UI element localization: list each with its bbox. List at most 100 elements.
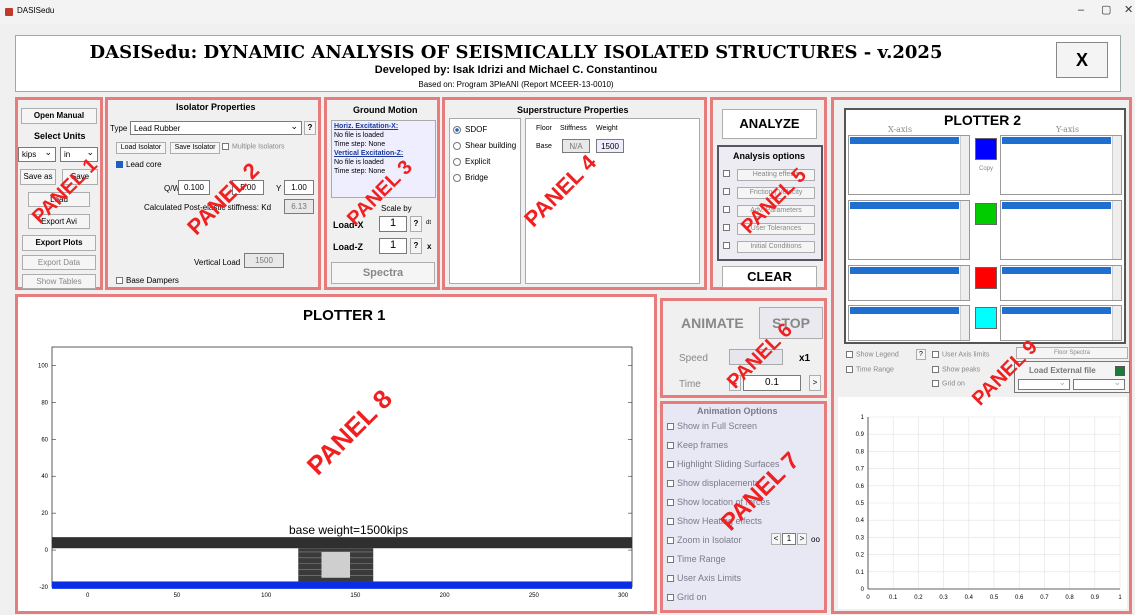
grid-on-checkbox[interactable]: Grid on [932,380,965,387]
close-window-icon[interactable]: ✕ [1124,4,1133,16]
y-axis-list-4[interactable] [1000,305,1122,341]
horiz-excitation-title: Horiz. Excitation-X: [334,123,399,130]
opt-show-displacements[interactable]: Show displacements [667,478,760,488]
opt-time-range[interactable]: Time Range [667,554,726,564]
isolator-help-button[interactable]: ? [304,121,316,135]
opt-full-screen[interactable]: Show in Full Screen [667,421,757,431]
opt-keep-frames[interactable]: Keep frames [667,440,728,450]
length-unit-select[interactable]: in [60,146,98,162]
panel-3: Ground Motion Horiz. Excitation-X: No fi… [324,97,440,290]
opt-keep-frames-label: Keep frames [677,440,729,450]
qw-field[interactable]: 0.100 [178,180,210,195]
export-data-button[interactable]: Export Data [22,255,96,270]
time-next-button[interactable]: > [809,375,821,391]
stop-button[interactable]: STOP [759,307,823,339]
load-isolator-button[interactable]: Load Isolator [116,142,166,154]
x-axis-list-3[interactable] [848,265,970,301]
load-z-help-button[interactable]: ? [410,238,422,254]
option-adv-params[interactable]: Adv. Parameters [723,205,815,217]
load-button[interactable]: Load [28,192,90,207]
time-prev-button[interactable]: < [729,375,741,391]
load-x-button[interactable]: Load-X [333,220,364,230]
opt-highlight-sliding[interactable]: Highlight Sliding Surfaces [667,459,780,469]
time-step-field[interactable]: 0.1 [743,375,801,391]
external-x-select[interactable] [1018,378,1070,390]
superstructure-title: Superstructure Properties [517,105,629,115]
lead-core-checkbox[interactable]: Lead core [116,160,162,169]
zoom-prev-button[interactable]: < [771,533,781,545]
initial-conditions-button[interactable]: Initial Conditions [737,241,815,253]
option-heating[interactable]: Heating effects [723,169,815,181]
show-legend-checkbox[interactable]: Show Legend [846,351,899,358]
radio-bridge[interactable]: Bridge [453,173,488,182]
save-as-button[interactable]: Save as [20,169,56,185]
y-axis-list-3[interactable] [1000,265,1122,301]
load-external-icon[interactable] [1115,366,1125,376]
y-tick-label: 20 [41,511,48,517]
export-avi-button[interactable]: Export Avi [28,214,90,229]
load-x-dt-button[interactable]: dt [426,220,431,226]
x-axis-list-1[interactable] [848,135,970,195]
user-axis-limits-checkbox[interactable]: User Axis limits [932,351,989,358]
legend-help-button[interactable]: ? [916,349,926,360]
minimize-icon[interactable]: – [1078,4,1084,16]
zoom-reset-button[interactable]: oo [811,535,820,544]
speed-slider[interactable] [729,349,783,365]
radio-shear-building[interactable]: Shear building [453,141,516,150]
series-color-red[interactable] [975,267,997,289]
adv-parameters-button[interactable]: Adv. Parameters [737,205,815,217]
isolator-type-select[interactable]: Lead Rubber [130,120,302,135]
period-field[interactable]: 5.00 [232,180,264,195]
x-axis-list-4[interactable] [848,305,970,341]
scale-z-field[interactable]: 1 [379,238,407,254]
opt-show-forces[interactable]: Show location of forces [667,497,770,507]
user-tolerances-button[interactable]: User Tolerances [737,223,815,235]
animate-button[interactable]: ANIMATE [681,315,744,331]
option-friction[interactable]: Friction | Velocity [723,187,815,199]
open-manual-button[interactable]: Open Manual [21,108,97,124]
y-axis-list-2[interactable] [1000,200,1122,260]
y-axis-list-1[interactable] [1000,135,1122,195]
show-peaks-checkbox[interactable]: Show peaks [932,366,980,373]
friction-velocity-button[interactable]: Friction | Velocity [737,187,815,199]
external-y-select[interactable] [1073,378,1125,390]
series-color-cyan[interactable] [975,307,997,329]
save-isolator-button[interactable]: Save Isolator [170,142,220,154]
base-dampers-checkbox[interactable]: Base Dampers [116,276,179,285]
copy-button[interactable]: Copy [979,166,993,172]
clear-z-button[interactable]: x [427,242,431,251]
multiple-isolators-checkbox[interactable]: Multiple Isolators [222,143,285,150]
close-app-button[interactable]: X [1056,42,1108,78]
show-tables-button[interactable]: Show Tables [22,274,96,289]
heating-effects-button[interactable]: Heating effects [737,169,815,181]
yield-displacement-field[interactable]: 1.00 [284,180,314,195]
option-initial-conditions[interactable]: Initial Conditions [723,241,815,253]
series-color-blue[interactable] [975,138,997,160]
radio-explicit[interactable]: Explicit [453,157,490,166]
load-z-button[interactable]: Load-Z [333,242,363,252]
analyze-button[interactable]: ANALYZE [722,109,817,139]
zoom-next-button[interactable]: > [797,533,807,545]
clear-button[interactable]: CLEAR [722,266,817,288]
radio-sdof[interactable]: SDOF [453,125,487,134]
opt-user-axis-limits[interactable]: User Axis Limits [667,573,741,583]
opt-show-heating[interactable]: Show Heating effects [667,516,762,526]
opt-grid-on[interactable]: Grid on [667,592,707,602]
force-unit-select[interactable]: kips [18,146,56,162]
maximize-icon[interactable]: ▢ [1101,4,1111,16]
option-tolerances[interactable]: User Tolerances [723,223,815,235]
opt-grid-on-label: Grid on [677,592,707,602]
zoom-field[interactable]: 1 [782,533,796,545]
export-plots-button[interactable]: Export Plots [22,235,96,251]
floor-spectra-button[interactable]: Floor Spectra [1016,347,1128,359]
x-axis-list-2[interactable] [848,200,970,260]
base-weight-field[interactable]: 1500 [596,139,624,153]
spectra-button[interactable]: Spectra [331,262,435,284]
scale-x-field[interactable]: 1 [379,216,407,232]
time-range-checkbox[interactable]: Time Range [846,366,894,373]
opt-zoom-isolator[interactable]: Zoom in Isolator [667,535,742,545]
load-x-help-button[interactable]: ? [410,216,422,232]
opt-highlight-sliding-label: Highlight Sliding Surfaces [677,459,780,469]
series-color-green[interactable] [975,203,997,225]
save-button[interactable]: Save [62,169,98,185]
